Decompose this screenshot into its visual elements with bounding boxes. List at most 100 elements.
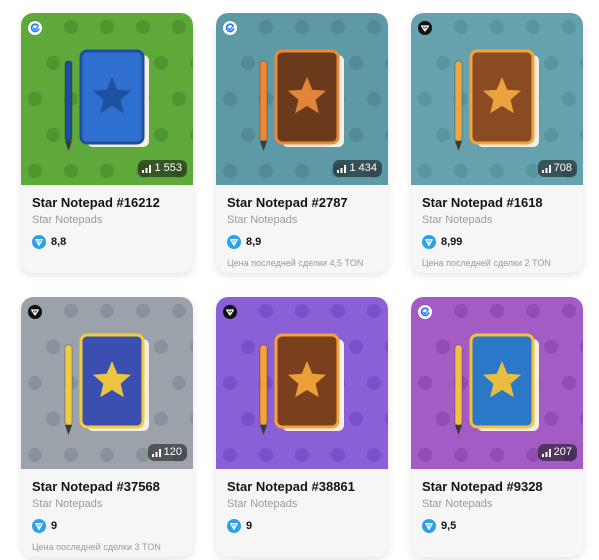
collection-name: Star Notepads <box>32 498 103 510</box>
pattern-shape <box>64 304 78 318</box>
signal-bars-icon <box>337 164 347 173</box>
pattern-shape <box>526 304 540 318</box>
pattern-shape <box>454 304 468 318</box>
ton-icon <box>32 519 46 533</box>
pattern-shape <box>349 340 363 354</box>
gift-name: Star Notepad #37568 <box>32 479 160 494</box>
pattern-shape <box>418 92 432 106</box>
pattern-shape <box>367 448 381 462</box>
count-value: 1 553 <box>154 162 182 174</box>
gift-name: Star Notepad #38861 <box>227 479 355 494</box>
count-badge: 120 <box>147 444 187 461</box>
count-badge: 207 <box>537 444 577 461</box>
pen-shape <box>454 60 463 142</box>
pattern-shape <box>436 412 450 426</box>
pattern-shape <box>436 128 450 142</box>
pattern-shape <box>436 56 450 70</box>
getgems-icon <box>418 305 432 319</box>
gift-thumbnail: 207 <box>411 297 583 469</box>
pattern-shape <box>349 128 363 142</box>
collection-name: Star Notepads <box>227 214 298 226</box>
signal-bars-icon <box>541 164 551 173</box>
pattern-shape <box>46 340 60 354</box>
pattern-shape <box>562 304 576 318</box>
pen-shape <box>454 344 463 426</box>
pattern-shape <box>367 92 381 106</box>
ton-icon <box>227 519 241 533</box>
pen-shape <box>64 344 73 426</box>
price-value: 8,9 <box>246 236 262 248</box>
price-value: 8,99 <box>441 236 463 248</box>
pattern-shape <box>367 304 381 318</box>
pattern-shape <box>100 164 114 178</box>
pattern-shape <box>241 340 255 354</box>
last-sale-text: Цена последней сделки 2 TON <box>422 258 551 268</box>
collection-name: Star Notepads <box>422 498 493 510</box>
pen-shape <box>259 344 268 426</box>
pattern-shape <box>172 20 186 34</box>
count-value: 1 434 <box>349 162 377 174</box>
pattern-shape <box>418 448 432 462</box>
tonnel-icon <box>28 305 42 319</box>
pattern-shape <box>295 448 309 462</box>
getgems-icon <box>223 21 237 35</box>
pattern-shape <box>28 164 42 178</box>
pattern-shape <box>172 92 186 106</box>
gift-card[interactable]: 207 Star Notepad #9328 Star Notepads 9,5 <box>411 297 583 557</box>
pattern-shape <box>295 20 309 34</box>
pattern-shape <box>436 340 450 354</box>
pattern-shape <box>454 448 468 462</box>
gift-card[interactable]: 1 434 Star Notepad #2787 Star Notepads 8… <box>216 13 388 273</box>
pattern-shape <box>544 128 558 142</box>
pattern-shape <box>28 376 42 390</box>
gift-card[interactable]: 1 553 Star Notepad #16212 Star Notepads … <box>21 13 193 273</box>
last-sale-text: Цена последней сделки 4,5 TON <box>227 258 364 268</box>
pattern-shape <box>418 164 432 178</box>
gift-name: Star Notepad #2787 <box>227 195 348 210</box>
ton-icon <box>422 519 436 533</box>
pattern-shape <box>64 20 78 34</box>
notepad-illustration <box>216 297 388 469</box>
pattern-shape <box>331 304 345 318</box>
tonnel-icon <box>223 305 237 319</box>
pattern-shape <box>241 128 255 142</box>
pattern-shape <box>154 128 168 142</box>
gift-name: Star Notepad #16212 <box>32 195 160 210</box>
pen-shape <box>259 60 268 142</box>
pattern-shape <box>544 56 558 70</box>
count-value: 708 <box>553 162 572 174</box>
pattern-shape <box>331 20 345 34</box>
tonnel-icon <box>418 21 432 35</box>
pattern-shape <box>46 412 60 426</box>
pattern-shape <box>454 164 468 178</box>
gift-thumbnail: 120 <box>21 297 193 469</box>
pattern-shape <box>241 56 255 70</box>
collection-name: Star Notepads <box>32 214 103 226</box>
gift-card[interactable]: 708 Star Notepad #1618 Star Notepads 8,9… <box>411 13 583 273</box>
pattern-shape <box>100 448 114 462</box>
pattern-shape <box>46 128 60 142</box>
pattern-shape <box>544 412 558 426</box>
gift-name: Star Notepad #1618 <box>422 195 543 210</box>
count-value: 120 <box>163 446 182 458</box>
pattern-shape <box>100 304 114 318</box>
gift-card[interactable]: Star Notepad #38861 Star Notepads 9 <box>216 297 388 557</box>
price-value: 9,5 <box>441 520 457 532</box>
price-value: 9 <box>51 520 58 532</box>
ton-icon <box>227 235 241 249</box>
ton-icon <box>422 235 436 249</box>
pattern-shape <box>490 164 504 178</box>
pattern-shape <box>172 304 186 318</box>
pattern-shape <box>544 340 558 354</box>
pattern-shape <box>562 20 576 34</box>
getgems-icon <box>28 21 42 35</box>
signal-bars-icon <box>142 164 152 173</box>
gift-thumbnail: 1 553 <box>21 13 193 185</box>
gift-card[interactable]: 120 Star Notepad #37568 Star Notepads 9 … <box>21 297 193 557</box>
pattern-shape <box>490 448 504 462</box>
pattern-shape <box>259 304 273 318</box>
pattern-shape <box>154 56 168 70</box>
pattern-shape <box>295 164 309 178</box>
pattern-shape <box>136 304 150 318</box>
pattern-shape <box>562 376 576 390</box>
